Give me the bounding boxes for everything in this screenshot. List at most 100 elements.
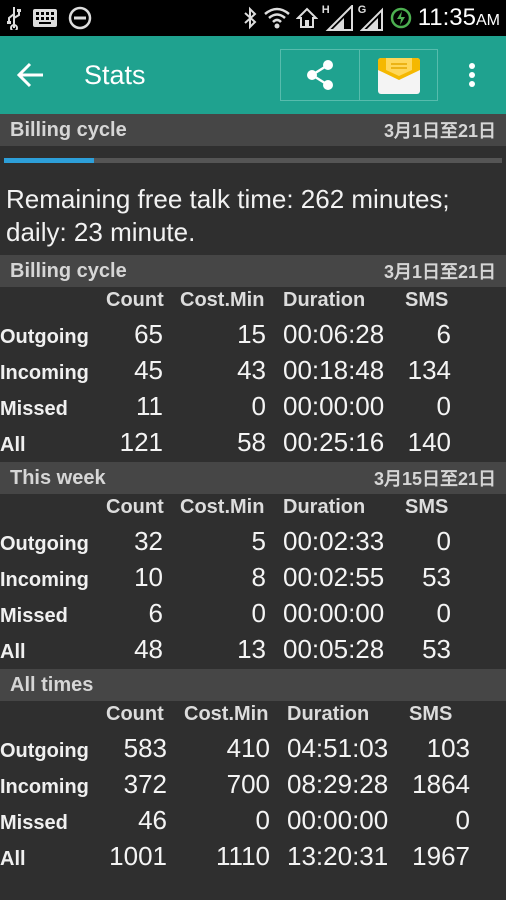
section-title: This week bbox=[10, 466, 106, 489]
duration-value: 00:02:55 bbox=[283, 562, 385, 592]
cost-value: 5 bbox=[251, 526, 266, 556]
billing-cycle-header: Billing cycle 3月1日至21日 bbox=[0, 114, 506, 146]
table-row: All 121 58 00:25:16 140 bbox=[0, 427, 506, 463]
sms-value: 103 bbox=[426, 733, 470, 763]
share-icon bbox=[307, 60, 333, 90]
keyboard-icon bbox=[32, 8, 58, 28]
table-row: Incoming 372 700 08:29:28 1864 bbox=[0, 769, 506, 805]
sms-value: 6 bbox=[436, 319, 451, 349]
column-header-cost: Cost.Min bbox=[180, 289, 265, 311]
column-header-sms: SMS bbox=[405, 496, 449, 518]
count-value: 121 bbox=[119, 427, 163, 457]
count-value: 372 bbox=[123, 769, 167, 799]
table-row: Incoming 45 43 00:18:48 134 bbox=[0, 355, 506, 391]
table-row: All 1001 1110 13:20:31 1967 bbox=[0, 841, 506, 877]
table-row: Missed 6 0 00:00:00 0 bbox=[0, 598, 506, 634]
table-row: Outgoing 32 5 00:02:33 0 bbox=[0, 526, 506, 562]
overflow-menu-button[interactable] bbox=[450, 36, 494, 114]
envelope-icon bbox=[377, 58, 420, 94]
signal-strength-2: G bbox=[357, 4, 384, 31]
data-saver-icon bbox=[390, 7, 412, 29]
cost-value: 0 bbox=[255, 805, 270, 835]
table-row: All 48 13 00:05:28 53 bbox=[0, 634, 506, 670]
row-label: Outgoing bbox=[0, 740, 89, 762]
back-button[interactable] bbox=[0, 36, 62, 114]
row-label: Outgoing bbox=[0, 326, 89, 348]
column-header-cost: Cost.Min bbox=[180, 496, 265, 518]
this-week-table-header: This week 3月15日至21日 bbox=[0, 462, 506, 494]
count-value: 11 bbox=[136, 391, 163, 421]
cost-value: 43 bbox=[237, 355, 266, 385]
count-value: 6 bbox=[148, 598, 163, 628]
duration-value: 00:02:33 bbox=[283, 526, 385, 556]
app-bar: Stats bbox=[0, 36, 506, 114]
column-header-cost: Cost.Min bbox=[184, 703, 269, 725]
row-label: Missed bbox=[0, 605, 68, 627]
count-value: 32 bbox=[134, 526, 163, 556]
sms-value: 53 bbox=[422, 562, 451, 592]
clock-ampm: AM bbox=[476, 12, 500, 29]
do-not-disturb-icon bbox=[68, 6, 92, 30]
clock: 11:35AM bbox=[417, 4, 500, 31]
duration-value: 13:20:31 bbox=[287, 841, 389, 871]
table-row: Outgoing 583 410 04:51:03 103 bbox=[0, 733, 506, 769]
count-value: 65 bbox=[134, 319, 163, 349]
cost-value: 1110 bbox=[216, 841, 270, 871]
row-label: Missed bbox=[0, 812, 68, 834]
row-label: All bbox=[0, 848, 26, 870]
row-label: Incoming bbox=[0, 569, 89, 591]
section-date-range: 3月1日至21日 bbox=[383, 121, 496, 141]
count-value: 1001 bbox=[109, 841, 167, 871]
count-value: 48 bbox=[134, 634, 163, 664]
sms-value: 140 bbox=[407, 427, 451, 457]
column-header-duration: Duration bbox=[287, 703, 370, 725]
duration-value: 00:25:16 bbox=[283, 427, 385, 457]
all-times-table-header: All times bbox=[0, 669, 506, 701]
duration-value: 00:18:48 bbox=[283, 355, 385, 385]
signal-strength-1: H bbox=[322, 4, 354, 31]
cost-value: 15 bbox=[237, 319, 266, 349]
row-label: Incoming bbox=[0, 776, 89, 798]
remaining-talk-time: Remaining free talk time: 262 minutes; d… bbox=[6, 184, 450, 247]
message-button[interactable] bbox=[359, 50, 437, 100]
count-value: 10 bbox=[134, 562, 163, 592]
network-type-label: G bbox=[357, 4, 367, 16]
row-label: Incoming bbox=[0, 362, 89, 384]
section-date-range: 3月1日至21日 bbox=[383, 262, 496, 282]
table-row: Incoming 10 8 00:02:55 53 bbox=[0, 562, 506, 598]
table-row: Outgoing 65 15 00:06:28 6 bbox=[0, 319, 506, 355]
sms-value: 134 bbox=[407, 355, 451, 385]
column-header-sms: SMS bbox=[405, 289, 449, 311]
duration-value: 00:00:00 bbox=[287, 805, 389, 835]
arrow-back-icon bbox=[17, 62, 43, 88]
more-vert-icon bbox=[469, 63, 475, 87]
cost-value: 410 bbox=[226, 733, 270, 763]
cost-value: 58 bbox=[237, 427, 266, 457]
duration-value: 00:06:28 bbox=[283, 319, 385, 349]
duration-value: 04:51:03 bbox=[287, 733, 389, 763]
column-header-sms: SMS bbox=[409, 703, 453, 725]
row-label: All bbox=[0, 434, 26, 456]
sms-value: 1967 bbox=[412, 841, 470, 871]
billing-cycle-table-header: Billing cycle 3月1日至21日 bbox=[0, 255, 506, 287]
action-group bbox=[280, 49, 438, 101]
duration-value: 00:00:00 bbox=[283, 391, 385, 421]
row-label: Missed bbox=[0, 398, 68, 420]
share-button[interactable] bbox=[281, 50, 359, 100]
duration-value: 08:29:28 bbox=[287, 769, 389, 799]
usb-icon bbox=[6, 6, 22, 30]
count-value: 45 bbox=[134, 355, 163, 385]
sms-value: 53 bbox=[422, 634, 451, 664]
cost-value: 700 bbox=[226, 769, 270, 799]
row-label: Outgoing bbox=[0, 533, 89, 555]
count-value: 583 bbox=[123, 733, 167, 763]
column-header-count: Count bbox=[106, 703, 164, 725]
column-header-duration: Duration bbox=[283, 289, 366, 311]
cost-value: 13 bbox=[237, 634, 266, 664]
section-title: Billing cycle bbox=[10, 259, 127, 282]
page-title: Stats bbox=[84, 59, 146, 90]
wifi-icon bbox=[263, 7, 290, 29]
cost-value: 8 bbox=[251, 562, 266, 592]
bluetooth-icon bbox=[242, 6, 258, 30]
sms-value: 0 bbox=[436, 526, 451, 556]
